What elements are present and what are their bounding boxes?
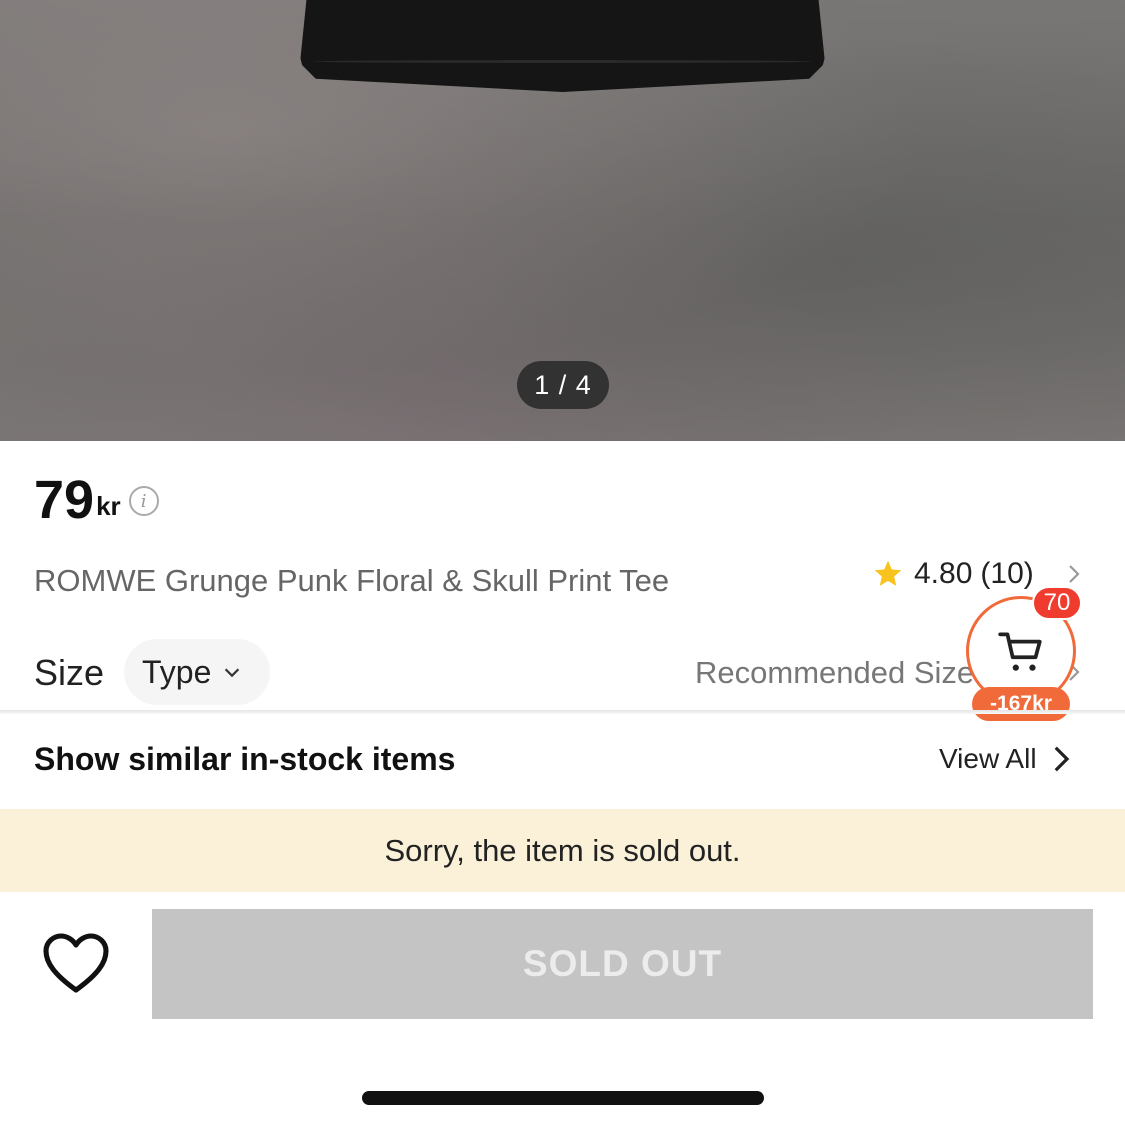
price-currency: kr [96, 491, 121, 521]
price-value: 79 [34, 470, 95, 530]
rating-summary[interactable]: 4.80 (10) [872, 557, 1034, 591]
sold-out-banner: Sorry, the item is sold out. [0, 809, 1125, 892]
sold-out-message: Sorry, the item is sold out. [384, 832, 741, 868]
product-image-shirt [300, 0, 825, 92]
view-all-link[interactable]: View All [939, 743, 1073, 775]
view-all-label: View All [939, 743, 1037, 774]
recommended-size-link[interactable]: Recommended Size [695, 655, 985, 691]
chevron-down-icon [225, 668, 240, 678]
price-info-icon[interactable]: i [128, 486, 159, 516]
gallery-page-indicator: 1 / 4 [517, 361, 609, 409]
rating-count: (10) [980, 557, 1034, 590]
product-title: ROMWE Grunge Punk Floral & Skull Print T… [34, 563, 670, 598]
star-icon [874, 560, 902, 586]
price-row: 79 kr i [34, 470, 159, 530]
section-divider [0, 710, 1125, 714]
size-label: Size [34, 652, 105, 693]
cart-icon [998, 632, 1042, 671]
cart-count-badge: 70 [1032, 586, 1082, 620]
heart-outline-icon[interactable] [40, 930, 112, 996]
similar-items-title: Show similar in-stock items [34, 741, 456, 777]
home-indicator[interactable] [362, 1091, 764, 1105]
chevron-right-icon [1054, 746, 1069, 772]
size-type-dropdown[interactable]: Type [124, 639, 270, 705]
product-image-gallery[interactable]: 1 / 4 [0, 0, 1125, 441]
cart-discount-badge: -167kr [972, 687, 1070, 721]
size-type-label: Type [142, 653, 212, 690]
shirt-hem-detail [312, 60, 812, 63]
rating-chevron-right-icon[interactable] [1062, 562, 1086, 586]
rating-value: 4.80 [914, 557, 973, 590]
sold-out-button[interactable]: SOLD OUT [152, 909, 1093, 1019]
